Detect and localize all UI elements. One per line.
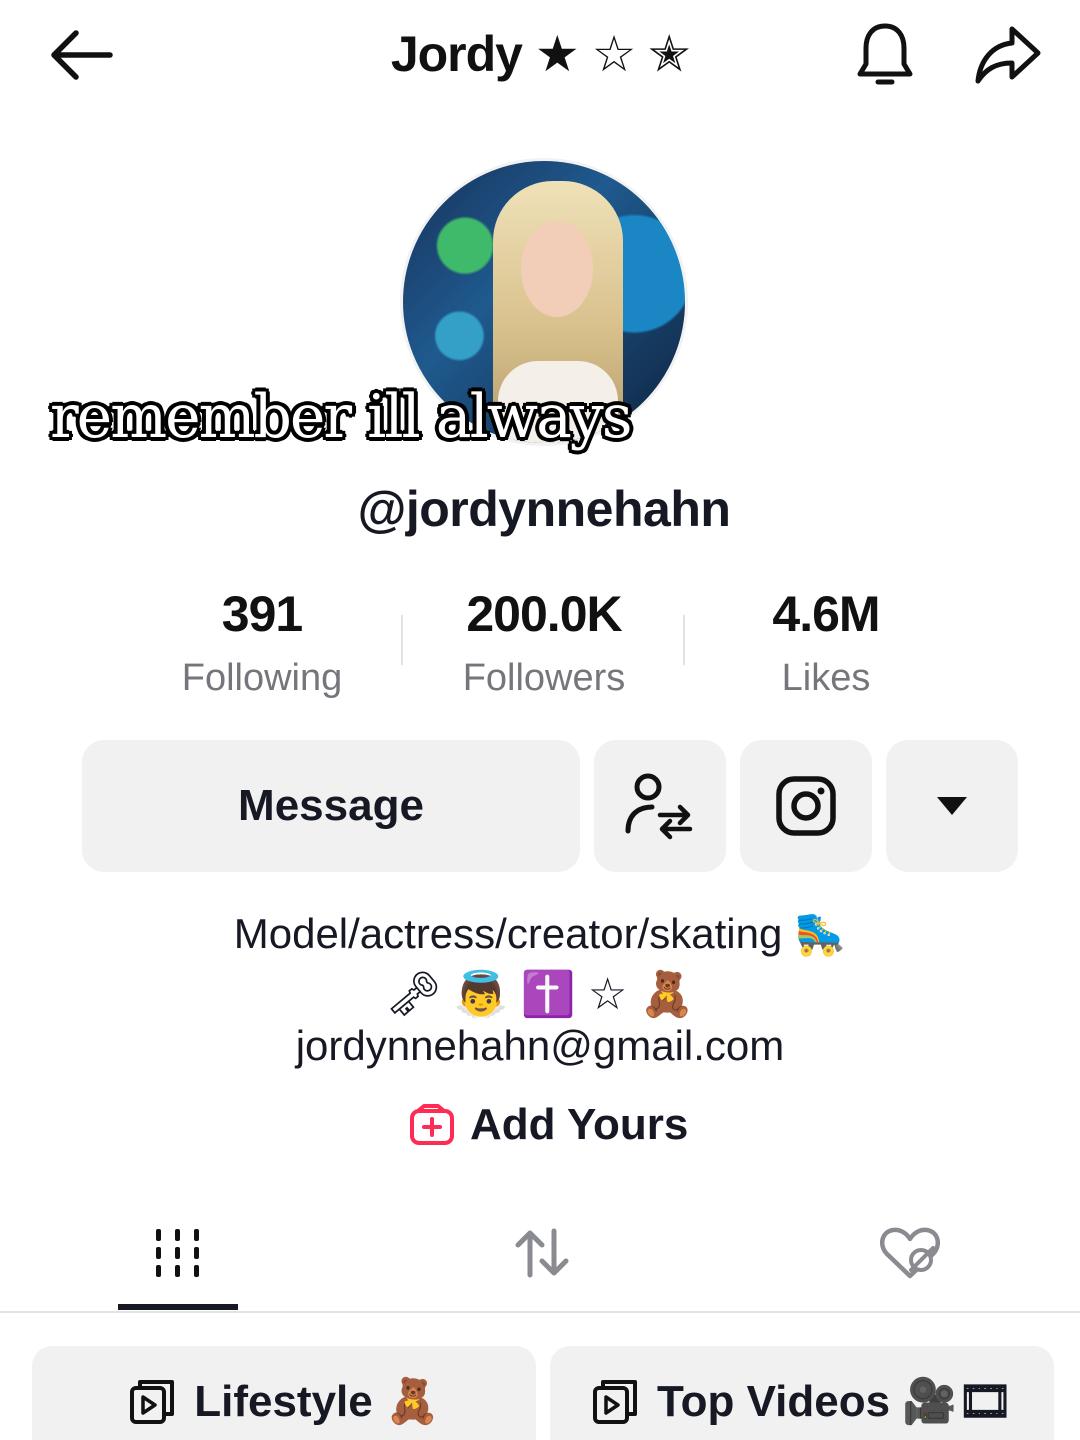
stat-label: Likes	[781, 657, 871, 699]
tab-reposts[interactable]	[482, 1215, 602, 1291]
stat-followers[interactable]: 200.0K Followers	[404, 585, 684, 700]
add-yours-icon	[410, 1104, 454, 1145]
bio-emoji-line: 🗝 👼 ✝️ ☆ 🧸	[385, 970, 695, 1019]
share-icon	[975, 26, 1041, 84]
stat-value: 4.6M	[772, 586, 880, 642]
stat-divider	[683, 615, 685, 665]
avatar-face-shape	[521, 221, 593, 317]
add-yours-link[interactable]: Add Yours	[408, 1100, 688, 1150]
instagram-icon	[776, 776, 836, 836]
stat-likes[interactable]: 4.6M Likes	[686, 585, 966, 700]
bio-email[interactable]: jordynnehahn@gmail.com	[0, 1022, 1080, 1070]
bio-line: Model/actress/creator/skating 🛼	[233, 910, 847, 957]
add-yours-label: Add Yours	[470, 1100, 689, 1149]
tab-videos[interactable]	[118, 1215, 238, 1291]
add-friend-icon	[625, 773, 693, 840]
stat-value: 391	[221, 586, 303, 642]
tab-liked-hidden[interactable]	[850, 1215, 970, 1291]
playlist-label: Lifestyle 🧸	[194, 1377, 440, 1426]
video-caption-overlay: remember ill always	[50, 382, 633, 452]
profile-username: @jordynnehahn	[357, 481, 731, 537]
add-friend-button[interactable]	[594, 740, 726, 872]
profile-header: Jordy ★ ☆ ✭	[0, 0, 1080, 115]
more-options-button[interactable]	[886, 740, 1018, 872]
playlist-icon	[130, 1380, 175, 1424]
stat-label: Following	[181, 657, 343, 699]
active-tab-indicator	[118, 1304, 238, 1310]
dropdown-caret-icon	[937, 797, 967, 815]
hidden-likes-icon	[879, 1227, 941, 1279]
bell-icon	[857, 23, 913, 85]
share-button[interactable]	[968, 18, 1048, 92]
grid-icon	[156, 1229, 199, 1277]
playlist-card[interactable]: Top Videos 🎥🎞	[550, 1346, 1054, 1440]
stat-label: Followers	[462, 657, 626, 699]
message-button[interactable]: Message	[82, 740, 580, 872]
stat-divider	[401, 615, 403, 665]
playlist-icon	[593, 1380, 638, 1424]
tabs-divider	[0, 1311, 1080, 1313]
instagram-button[interactable]	[740, 740, 872, 872]
repost-icon	[515, 1228, 569, 1278]
playlist-label: Top Videos 🎥🎞	[657, 1377, 1013, 1426]
stat-following[interactable]: 391 Following	[122, 585, 402, 700]
playlist-card[interactable]: Lifestyle 🧸	[32, 1346, 536, 1440]
notification-button[interactable]	[848, 18, 922, 92]
stat-value: 200.0K	[466, 586, 622, 642]
